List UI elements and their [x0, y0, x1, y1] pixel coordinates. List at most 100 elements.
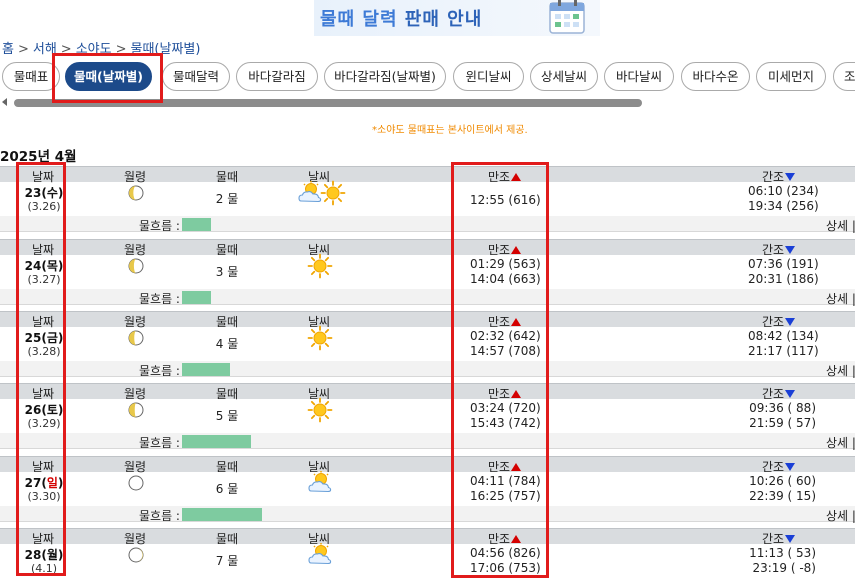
- low-tide-time: 19:34 (256): [748, 199, 819, 213]
- high-tide-time: 17:06 (753): [470, 561, 541, 575]
- header-muldae: 물때: [216, 170, 239, 184]
- high-tide-time: 15:43 (742): [470, 416, 541, 430]
- high-tide-time: 04:56 (826): [470, 546, 541, 560]
- low-tide-time: 23:19 ( -8): [752, 561, 816, 575]
- detail-link[interactable]: 상세 |: [826, 362, 855, 379]
- moon-phase-icon: [128, 475, 144, 491]
- header-high-tide[interactable]: 만조: [488, 385, 522, 402]
- header-muldae: 물때: [216, 532, 239, 546]
- header-moon: 월령: [124, 243, 147, 257]
- muldae-value: 6 물: [215, 482, 239, 496]
- header-low-tide[interactable]: 간조: [762, 530, 796, 547]
- tab-fine-dust[interactable]: 미세먼지: [756, 62, 826, 91]
- muldae-value: 4 물: [215, 337, 239, 351]
- tab-more[interactable]: 조: [833, 62, 855, 91]
- sort-down-icon: [785, 535, 796, 543]
- high-tide-time: 03:24 (720): [470, 401, 541, 415]
- day-of-week: 월: [46, 548, 58, 562]
- high-tide-time: 04:11 (784): [470, 474, 541, 488]
- tab-tide-by-date[interactable]: 물때(날짜별): [65, 62, 152, 91]
- header-high-tide[interactable]: 만조: [488, 313, 522, 330]
- low-tide-time: 10:26 ( 60): [749, 474, 816, 488]
- tab-bar: 물때표 물때(날짜별) 물때달력 바다갈라짐 바다갈라짐(날짜별) 윈디날씨 상…: [0, 62, 855, 92]
- date-label: 24(목): [24, 259, 64, 273]
- header-high-tide[interactable]: 만조: [488, 458, 522, 475]
- lunar-date: (3.26): [27, 200, 61, 213]
- header-muldae: 물때: [216, 460, 239, 474]
- flow-bar: [182, 218, 211, 231]
- lunar-date: (3.29): [27, 417, 61, 430]
- promo-banner[interactable]: 물때 달력 판매 안내: [314, 0, 600, 36]
- tab-tide-calendar[interactable]: 물때달력: [162, 62, 230, 91]
- breadcrumb-region[interactable]: 서해: [33, 42, 57, 57]
- tide-row-header: 날짜 월령 물때 날씨 만조 간조: [0, 239, 855, 258]
- header-high-tide[interactable]: 만조: [488, 168, 522, 185]
- tide-row-header: 날짜 월령 물때 날씨 만조 간조: [0, 383, 855, 402]
- flow-label: 물흐름 :: [139, 436, 180, 450]
- calendar-icon: [549, 0, 585, 34]
- sort-up-icon: [511, 173, 522, 181]
- tide-day-row: 날짜 월령 물때 날씨 만조 간조 27(일) (3.30) 6 물 04:11 (784) 16:…: [0, 456, 855, 528]
- header-low-tide[interactable]: 간조: [762, 385, 796, 402]
- detail-link[interactable]: 상세 |: [826, 434, 855, 451]
- tab-tide-table[interactable]: 물때표: [2, 62, 60, 91]
- header-moon: 월령: [124, 460, 147, 474]
- flow-bar: [182, 363, 230, 376]
- scroll-thumb[interactable]: [14, 99, 642, 107]
- breadcrumb-home[interactable]: 홈: [2, 42, 14, 57]
- detail-link[interactable]: 상세 |: [826, 290, 855, 307]
- low-tide-time: 21:59 ( 57): [749, 416, 816, 430]
- muldae-value: 5 물: [215, 409, 239, 423]
- header-date: 날짜: [32, 460, 55, 474]
- sun-behind-cloud-icon: [308, 471, 332, 493]
- date-label: 28(월): [24, 548, 64, 562]
- tide-day-row: 날짜 월령 물때 날씨 만조 간조 28(월) (4.1) 7 물 04:56 (826) 17:0…: [0, 528, 855, 578]
- sun-icon: [307, 253, 333, 279]
- tab-sea-temperature[interactable]: 바다수온: [681, 62, 750, 91]
- header-high-tide[interactable]: 만조: [488, 241, 522, 258]
- flow-label: 물흐름 :: [139, 292, 180, 306]
- sort-down-icon: [785, 246, 796, 254]
- lunar-date: (3.28): [27, 345, 61, 358]
- detail-link[interactable]: 상세 |: [826, 217, 855, 234]
- header-low-tide[interactable]: 간조: [762, 168, 796, 185]
- low-tide-time: 06:10 (234): [748, 184, 819, 198]
- tab-windy-weather[interactable]: 윈디날씨: [453, 62, 524, 91]
- header-muldae: 물때: [216, 315, 239, 329]
- tab-detailed-weather[interactable]: 상세날씨: [530, 62, 598, 91]
- scroll-left-arrow-icon[interactable]: [2, 98, 7, 106]
- flow-bar: [182, 435, 251, 448]
- tide-row-header: 날짜 월령 물때 날씨 만조 간조: [0, 456, 855, 475]
- flow-row: 물흐름 : 상세 |: [0, 289, 855, 307]
- header-high-tide[interactable]: 만조: [488, 530, 522, 547]
- sort-up-icon: [511, 318, 522, 326]
- tide-row-header: 날짜 월령 물때 날씨 만조 간조: [0, 166, 855, 185]
- month-title: 2025년 4월: [0, 149, 77, 165]
- tab-sea-parting-by-date[interactable]: 바다갈라짐(날짜별): [324, 62, 446, 91]
- low-tide-time: 07:36 (191): [748, 257, 819, 271]
- day-of-week: 수: [46, 186, 58, 200]
- sort-down-icon: [785, 390, 796, 398]
- moon-phase-icon: [128, 330, 144, 346]
- breadcrumb-location[interactable]: 소야도: [76, 42, 112, 57]
- tide-day-row: 날짜 월령 물때 날씨 만조 간조 24(목) (3.27) 3 물 01:29 (563) 14:…: [0, 239, 855, 311]
- tab-sea-parting[interactable]: 바다갈라짐: [236, 62, 318, 91]
- tab-scrollbar[interactable]: [0, 96, 855, 110]
- header-low-tide[interactable]: 간조: [762, 458, 796, 475]
- lunar-date: (3.27): [27, 273, 61, 286]
- header-low-tide[interactable]: 간조: [762, 313, 796, 330]
- header-moon: 월령: [124, 532, 147, 546]
- date-label: 26(토): [24, 403, 64, 417]
- detail-link[interactable]: 상세 |: [826, 507, 855, 524]
- breadcrumb-current: 물때(날짜별): [130, 42, 201, 57]
- header-low-tide[interactable]: 간조: [762, 241, 796, 258]
- date-label: 27(일): [24, 476, 64, 490]
- date-label: 23(수): [24, 186, 64, 200]
- moon-phase-icon: [128, 185, 144, 201]
- high-tide-time: 14:04 (663): [470, 272, 541, 286]
- header-muldae: 물때: [216, 387, 239, 401]
- sort-up-icon: [511, 246, 522, 254]
- high-tide-time: 12:55 (616): [470, 193, 541, 207]
- high-tide-time: 14:57 (708): [470, 344, 541, 358]
- tab-sea-weather[interactable]: 바다날씨: [604, 62, 674, 91]
